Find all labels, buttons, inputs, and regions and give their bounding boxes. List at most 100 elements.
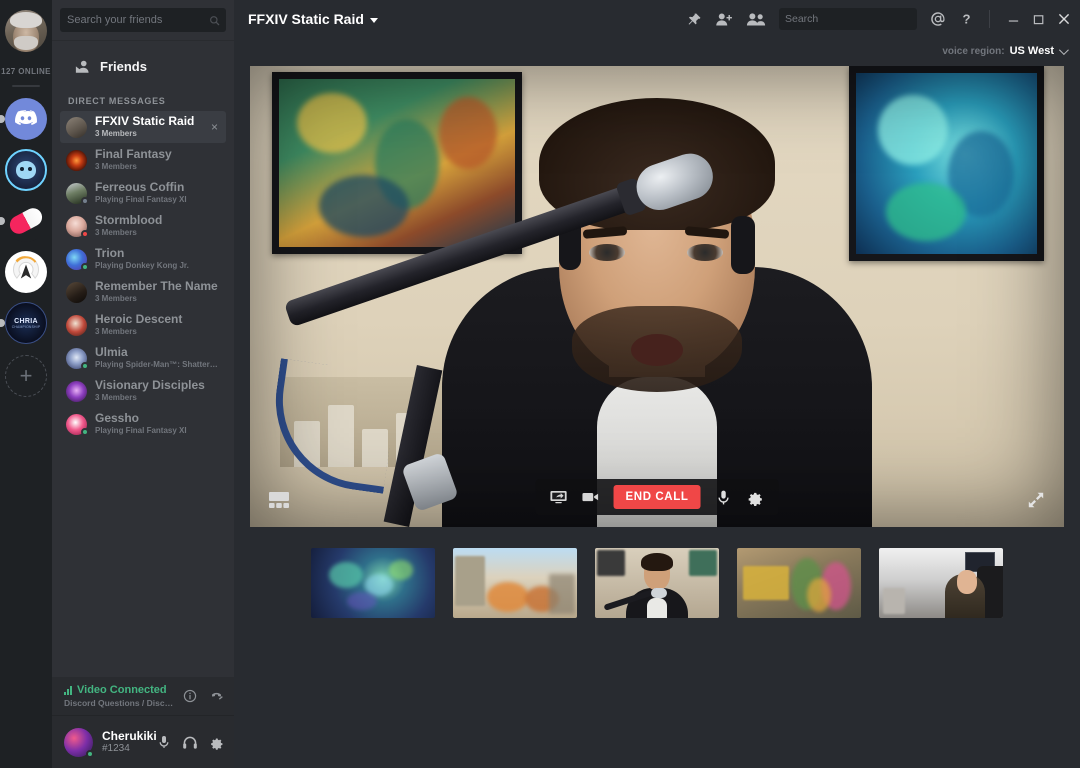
avatar: [66, 183, 87, 204]
bot-server-icon[interactable]: [5, 149, 47, 191]
dm-subtitle: 3 Members: [95, 227, 220, 238]
dm-item-remember-the-name[interactable]: Remember The Name 3 Members: [60, 276, 226, 308]
gear-icon: [747, 489, 764, 506]
user-panel: Cherukiki #1234: [52, 715, 234, 768]
add-server-button[interactable]: +: [5, 355, 47, 397]
thumbnail-3[interactable]: [595, 548, 719, 618]
chevron-down-icon[interactable]: [370, 18, 378, 23]
dm-subtitle: 3 Members: [95, 161, 220, 172]
search-box[interactable]: [779, 8, 917, 30]
expand-icon: [1026, 490, 1046, 510]
avatar: [66, 282, 87, 303]
dm-item-trion[interactable]: Trion Playing Donkey Kong Jr.: [60, 243, 226, 275]
microphone-icon: [716, 489, 730, 506]
dm-subtitle: Playing Spider-Man™: Shattered Dimen…: [95, 359, 220, 370]
dm-item-stormblood[interactable]: Stormblood 3 Members: [60, 210, 226, 242]
microphone-icon[interactable]: [157, 734, 171, 750]
voice-region-label: voice region:: [942, 46, 1004, 57]
rail-item-home[interactable]: [5, 10, 47, 52]
dm-name: Remember The Name: [95, 280, 220, 293]
help-icon[interactable]: ?: [959, 11, 974, 27]
dm-item-ferreous-coffin[interactable]: Ferreous Coffin Playing Final Fantasy XI: [60, 177, 226, 209]
thumbnail-5[interactable]: [879, 548, 1003, 618]
dm-name: Ulmia: [95, 346, 220, 359]
dm-name: Ferreous Coffin: [95, 181, 220, 194]
add-friend-icon[interactable]: [715, 12, 733, 27]
rail-item-discord[interactable]: [5, 98, 47, 140]
thumbnail-2[interactable]: [453, 548, 577, 618]
dm-list: FFXIV Static Raid 3 Members × Final Fant…: [52, 111, 234, 677]
friend-search-input[interactable]: [67, 14, 209, 26]
avatar-hair: [10, 12, 42, 28]
status-dot-dnd: [81, 230, 89, 238]
friends-icon: [74, 60, 90, 74]
dm-item-ulmia[interactable]: Ulmia Playing Spider-Man™: Shattered Dim…: [60, 342, 226, 374]
status-dot-online: [86, 750, 94, 758]
rail-item-chria[interactable]: CHRIA CHAMPIONSHIP: [5, 302, 47, 344]
dm-subtitle: Playing Final Fantasy XI: [95, 194, 220, 205]
thumbnail-1[interactable]: [311, 548, 435, 618]
call-settings-button[interactable]: [746, 488, 764, 506]
bot-face-icon: [16, 161, 36, 179]
tile-view-icon: [268, 491, 290, 509]
pill-server-icon[interactable]: [5, 200, 47, 242]
svg-text:?: ?: [962, 12, 970, 27]
chria-server-icon[interactable]: CHRIA CHAMPIONSHIP: [5, 302, 47, 344]
maximize-icon[interactable]: [1032, 13, 1045, 26]
dm-name: Trion: [95, 247, 220, 260]
call-stage: END CALL: [234, 64, 1080, 768]
info-icon[interactable]: [183, 689, 197, 703]
page-title[interactable]: FFXIV Static Raid: [248, 11, 378, 27]
friend-search-box[interactable]: [60, 8, 226, 32]
pin-icon[interactable]: [687, 12, 702, 27]
minimize-icon[interactable]: [1007, 13, 1020, 26]
avatar: [66, 414, 87, 435]
main-video-feed[interactable]: END CALL: [250, 66, 1064, 527]
overwatch-logo-icon[interactable]: [5, 251, 47, 293]
user-discriminator: #1234: [102, 743, 157, 755]
dm-item-visionary-disciples[interactable]: Visionary Disciples 3 Members: [60, 375, 226, 407]
dm-item-gessho[interactable]: Gessho Playing Final Fantasy XI: [60, 408, 226, 440]
chevron-down-icon[interactable]: [1059, 45, 1069, 55]
close-dm-icon[interactable]: ×: [211, 121, 220, 133]
window-controls: [1005, 12, 1071, 26]
status-dot-offline: [81, 197, 89, 205]
status-dot-online: [81, 428, 89, 436]
signal-icon: [64, 686, 72, 695]
sidebar-divider: [52, 40, 234, 41]
call-controls-bar: END CALL: [536, 479, 779, 515]
thumbnail-4[interactable]: [737, 548, 861, 618]
mentions-icon[interactable]: [930, 11, 946, 27]
home-avatar-icon[interactable]: [5, 10, 47, 52]
dm-item-heroic-descent[interactable]: Heroic Descent 3 Members: [60, 309, 226, 341]
voice-region-row[interactable]: voice region: US West: [234, 38, 1080, 64]
discord-logo-icon[interactable]: [5, 98, 47, 140]
search-input[interactable]: [785, 13, 920, 25]
tile-view-button[interactable]: [266, 489, 292, 511]
close-icon[interactable]: [1057, 12, 1071, 26]
dm-subtitle: 3 Members: [95, 326, 220, 337]
camera-button[interactable]: [582, 488, 600, 506]
disconnect-call-icon[interactable]: [209, 689, 224, 703]
dm-item-final-fantasy[interactable]: Final Fantasy 3 Members: [60, 144, 226, 176]
user-avatar[interactable]: [64, 728, 93, 757]
dm-name: Heroic Descent: [95, 313, 220, 326]
headphones-icon[interactable]: [182, 735, 198, 750]
screen-share-button[interactable]: [550, 488, 568, 506]
fullscreen-button[interactable]: [1024, 489, 1048, 511]
mute-microphone-button[interactable]: [714, 488, 732, 506]
dm-subtitle: 3 Members: [95, 293, 220, 304]
dm-item-ffxiv-static-raid[interactable]: FFXIV Static Raid 3 Members ×: [60, 111, 226, 143]
members-icon[interactable]: [746, 12, 766, 27]
rail-item-bot[interactable]: [5, 149, 47, 191]
end-call-button[interactable]: END CALL: [614, 485, 701, 509]
rail-item-pill[interactable]: [5, 200, 47, 242]
participant-thumbnails: [311, 548, 1003, 618]
dm-subtitle: 3 Members: [95, 128, 203, 139]
chria-title: CHRIA: [12, 318, 41, 325]
rail-divider: [12, 85, 40, 87]
gear-icon[interactable]: [209, 735, 224, 750]
camera-icon: [582, 490, 600, 504]
sidebar-item-friends[interactable]: Friends: [60, 49, 226, 84]
rail-item-overwatch[interactable]: [5, 251, 47, 293]
